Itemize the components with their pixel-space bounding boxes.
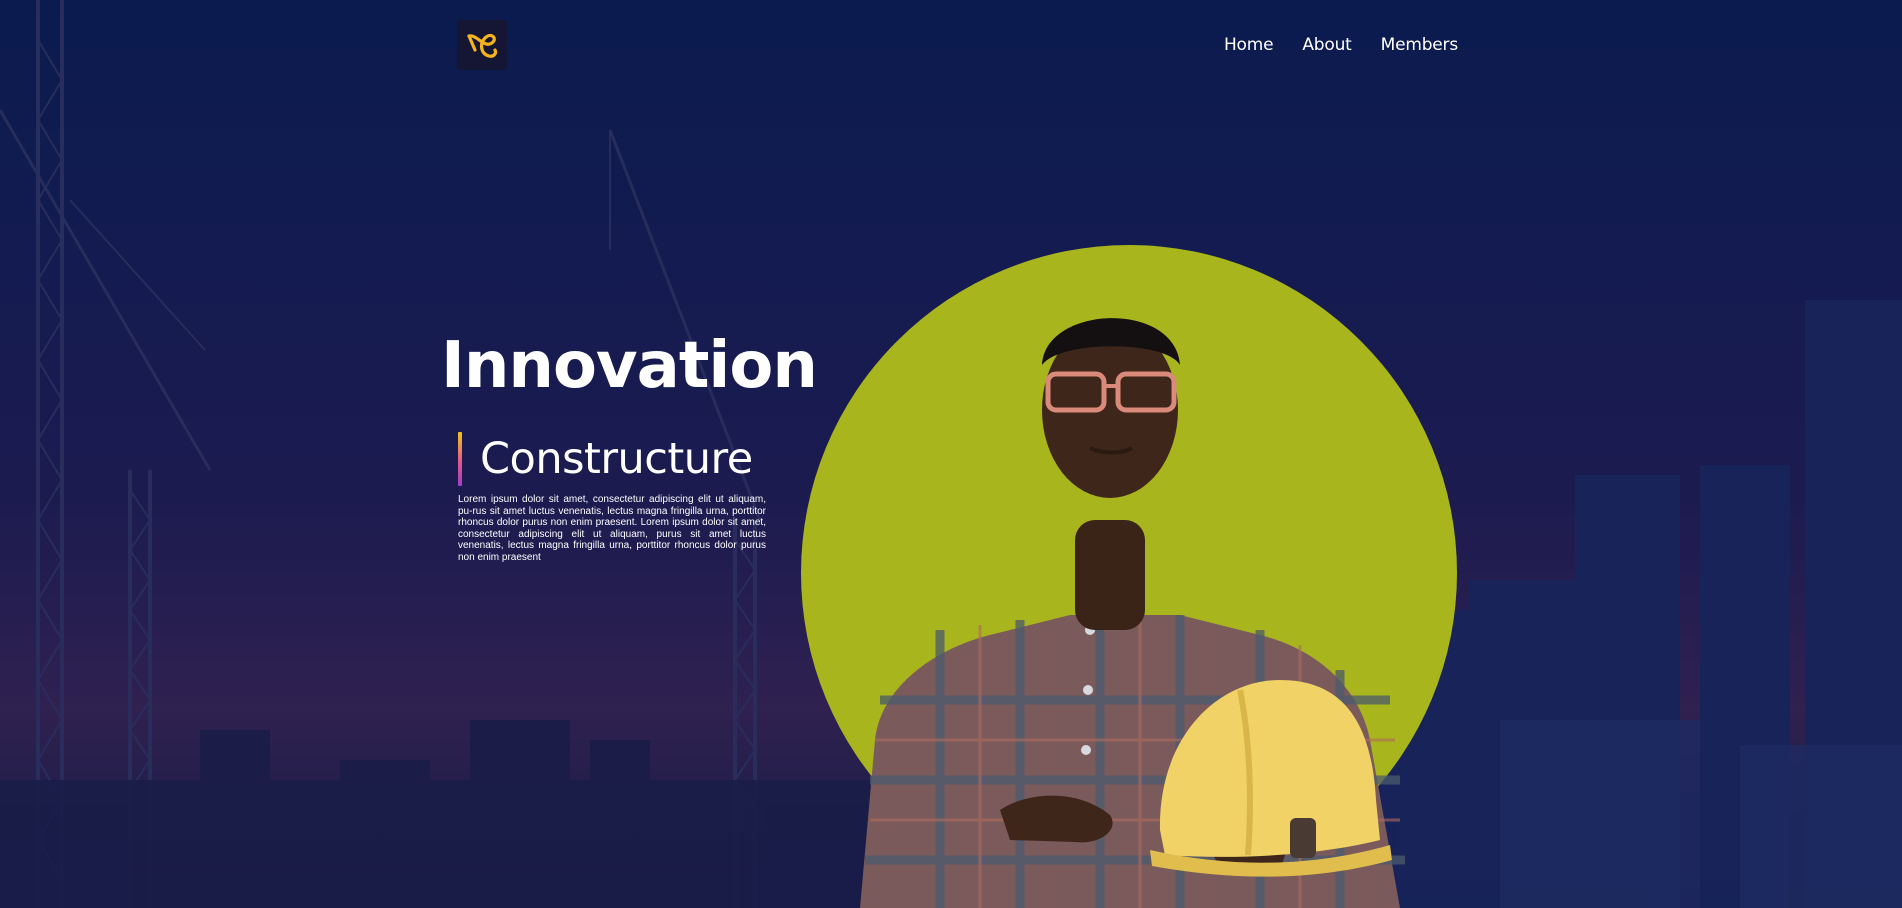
site-header: Home About Members <box>0 0 1902 90</box>
hero-title: Innovation <box>441 329 818 403</box>
nav-home-link[interactable]: Home <box>1224 35 1274 55</box>
hero-description: Lorem ipsum dolor sit amet, consectetur … <box>458 494 766 563</box>
hero-subtitle: Constructure <box>480 434 753 484</box>
logo[interactable] <box>457 20 507 70</box>
main-nav: Home About Members <box>1224 35 1458 55</box>
ribbon-logo-icon <box>467 33 498 58</box>
accent-bar <box>458 432 462 486</box>
worker-holding-hard-hat-image <box>860 318 1405 908</box>
nav-about-link[interactable]: About <box>1302 35 1351 55</box>
nav-members-link[interactable]: Members <box>1381 35 1459 55</box>
